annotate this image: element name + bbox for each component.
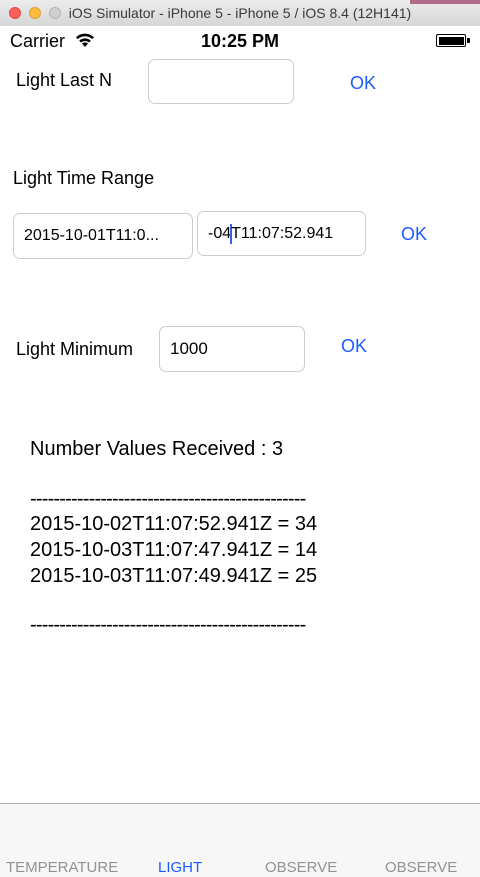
tab-observe-second[interactable]: OBSERVE (385, 859, 457, 876)
result-line: 2015-10-03T11:07:49.941Z = 25 (30, 565, 318, 587)
light-time-range-label: Light Time Range (13, 168, 155, 188)
tab-observe[interactable]: OBSERVE (265, 859, 337, 876)
light-last-n-input[interactable] (148, 59, 294, 104)
end-input-text-before-caret: -04 (208, 224, 232, 242)
light-minimum-input[interactable]: 1000 (159, 326, 305, 372)
results-bottom-divider: ----------------------------------------… (30, 614, 306, 636)
tab-light[interactable]: LIGHT (158, 859, 202, 876)
light-last-n-ok-button[interactable]: OK (350, 73, 376, 94)
results-top-divider: ----------------------------------------… (30, 488, 306, 510)
result-line: 2015-10-03T11:07:47.941Z = 14 (30, 539, 318, 561)
time-range-end-input[interactable]: -04 T11:07:52.941 (197, 211, 366, 256)
tab-temperature[interactable]: TEMPERATURE (6, 859, 118, 876)
end-input-text-after-caret: T11:07:52.941 (231, 224, 334, 242)
status-bar: Carrier 10:25 PM (0, 26, 480, 56)
light-time-range-ok-button[interactable]: OK (401, 224, 427, 245)
light-minimum-label: Light Minimum (16, 339, 134, 359)
background-window-edge (410, 0, 480, 4)
tab-bar: TEMPERATURE LIGHT OBSERVE OBSERVE (0, 803, 480, 877)
values-received-count: Number Values Received : 3 (30, 438, 284, 460)
battery-icon (436, 34, 470, 47)
window-title: iOS Simulator - iPhone 5 - iPhone 5 / iO… (68, 5, 412, 21)
time-range-start-input[interactable]: 2015-10-01T11:0... (13, 213, 193, 259)
light-minimum-ok-button[interactable]: OK (341, 336, 367, 357)
result-line: 2015-10-02T11:07:52.941Z = 34 (30, 513, 318, 535)
light-last-n-label: Light Last N (16, 70, 113, 90)
simulator-title-bar: iOS Simulator - iPhone 5 - iPhone 5 / iO… (0, 0, 480, 27)
status-time: 10:25 PM (200, 31, 280, 51)
